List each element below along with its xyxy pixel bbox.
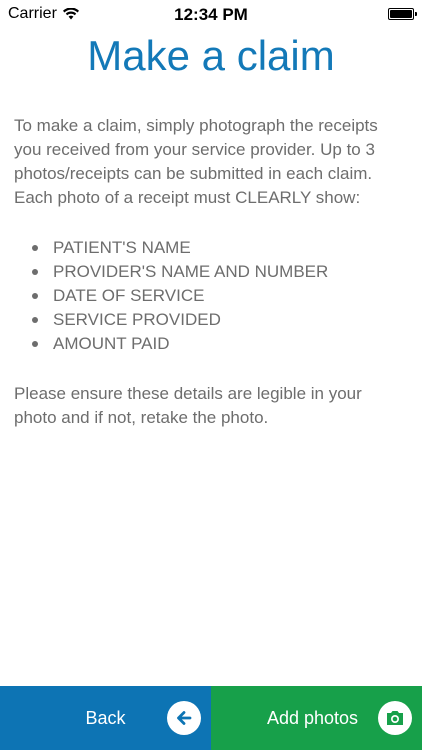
make-claim-screen: Carrier 12:34 PM Make a claim To make a … xyxy=(0,0,422,750)
bullet-icon xyxy=(32,245,38,251)
camera-icon xyxy=(378,701,412,735)
battery-icon xyxy=(388,8,417,20)
page-title: Make a claim xyxy=(87,32,335,79)
arrow-left-icon xyxy=(167,701,201,735)
list-item: PROVIDER'S NAME AND NUMBER xyxy=(32,260,408,284)
requirement-label: DATE OF SERVICE xyxy=(53,286,205,305)
requirement-label: AMOUNT PAID xyxy=(53,334,170,353)
requirement-label: PROVIDER'S NAME AND NUMBER xyxy=(53,262,329,281)
outro-text: Please ensure these details are legible … xyxy=(14,384,362,427)
requirement-label: SERVICE PROVIDED xyxy=(53,310,221,329)
add-photos-button-label: Add photos xyxy=(266,707,359,728)
bullet-icon xyxy=(32,341,38,347)
bullet-icon xyxy=(32,293,38,299)
battery-level xyxy=(390,10,412,18)
bottom-action-bar: Back Add photos xyxy=(0,686,422,750)
status-time: 12:34 PM xyxy=(174,5,248,24)
list-item: PATIENT'S NAME xyxy=(32,236,408,260)
bullet-icon xyxy=(32,317,38,323)
intro-text: To make a claim, simply photograph the r… xyxy=(14,116,378,207)
list-item: DATE OF SERVICE xyxy=(32,284,408,308)
bullet-icon xyxy=(32,269,38,275)
back-button-label: Back xyxy=(85,707,126,728)
status-bar: Carrier 12:34 PM xyxy=(0,0,422,30)
instructions: To make a claim, simply photograph the r… xyxy=(14,114,408,430)
requirements-list: PATIENT'S NAME PROVIDER'S NAME AND NUMBE… xyxy=(14,236,408,356)
add-photos-button[interactable]: Add photos xyxy=(211,686,422,750)
back-button[interactable]: Back xyxy=(0,686,211,750)
list-item: SERVICE PROVIDED xyxy=(32,308,408,332)
requirement-label: PATIENT'S NAME xyxy=(53,238,191,257)
battery-tip xyxy=(414,12,417,16)
list-item: AMOUNT PAID xyxy=(32,332,408,356)
